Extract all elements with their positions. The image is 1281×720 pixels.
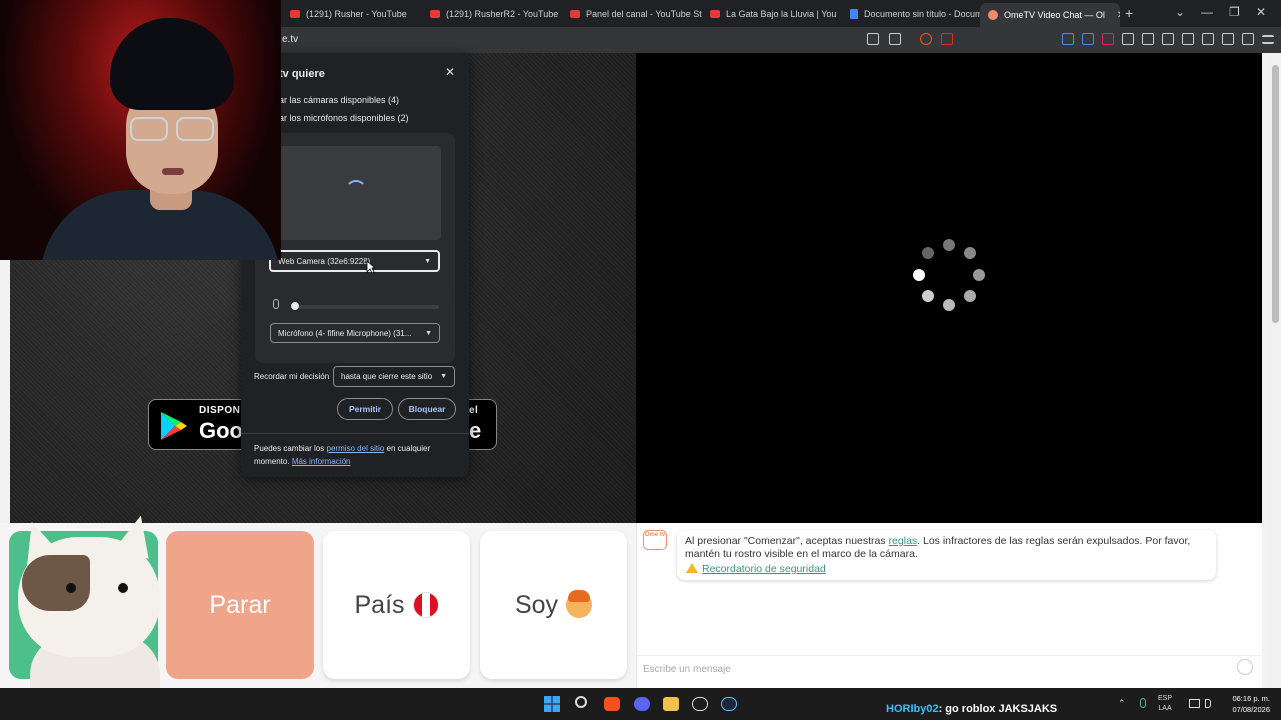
boy-emoji-icon: [566, 590, 593, 618]
url-text[interactable]: e.tv: [282, 34, 298, 45]
page-scrollbar[interactable]: [1270, 53, 1281, 688]
cameras-line: ar las cámaras disponibles (4): [279, 95, 400, 105]
menu-icon[interactable]: [1262, 35, 1274, 44]
divider: [241, 433, 469, 434]
microphone-icon: [273, 299, 279, 309]
brave-icon[interactable]: [604, 697, 620, 711]
peru-flag-icon: [412, 592, 439, 618]
loading-spinner-icon: [912, 239, 986, 313]
ometv-icon: [988, 10, 998, 20]
caret-down-icon: ▼: [424, 257, 431, 265]
screen: (1291) Rusher - YouTube (1291) RusherR2 …: [0, 0, 1281, 720]
extension-icon[interactable]: [1102, 33, 1114, 45]
site-permission-link[interactable]: permiso del sitio: [327, 444, 385, 453]
camera-select[interactable]: Web Camera (32e6:9228) ▼: [269, 250, 440, 272]
block-button[interactable]: Bloquear: [398, 398, 456, 420]
tab-la-gata[interactable]: La Gata Bajo la Lluvia | You: [702, 4, 842, 24]
tab-search-icon[interactable]: ⌄: [1175, 5, 1185, 19]
caret-down-icon: ▼: [425, 329, 432, 337]
youtube-icon: [430, 10, 440, 18]
country-button[interactable]: País: [323, 531, 470, 679]
microphone-tray-icon[interactable]: [1140, 698, 1146, 708]
more-info-link[interactable]: Más información: [292, 457, 351, 466]
stop-button[interactable]: Parar: [166, 531, 314, 679]
remember-select[interactable]: hasta que cierre este sitio ▼: [333, 366, 455, 387]
caret-down-icon: ▼: [440, 373, 447, 380]
google-play-icon: [161, 412, 187, 440]
youtube-icon: [570, 10, 580, 18]
emoji-icon[interactable]: [1237, 659, 1253, 675]
tab-rusher[interactable]: (1291) Rusher - YouTube: [282, 4, 422, 24]
windows-start-icon[interactable]: [544, 696, 560, 712]
minimize-icon[interactable]: —: [1201, 5, 1213, 19]
mic-level-indicator: [291, 302, 299, 310]
streamer-webcam-overlay: [0, 0, 281, 260]
tab-rusherr2[interactable]: (1291) RusherR2 - YouTube: [422, 4, 562, 24]
dialog-title: tv quiere: [279, 68, 325, 80]
wallet-icon[interactable]: [1202, 33, 1214, 45]
cast-icon[interactable]: [889, 33, 901, 45]
mouse-cursor-icon: [366, 260, 376, 274]
discord-icon[interactable]: [634, 697, 650, 711]
allow-button[interactable]: Permitir: [337, 398, 393, 420]
language-indicator[interactable]: ESP LAA: [1158, 694, 1172, 714]
youtube-icon: [290, 10, 300, 18]
puzzle-icon[interactable]: [1122, 33, 1134, 45]
permission-footer: Puedes cambiar los permiso del sitio en …: [254, 444, 431, 466]
translate-icon[interactable]: [867, 33, 879, 45]
vpn-icon[interactable]: [1242, 33, 1254, 45]
gender-button[interactable]: Soy: [480, 531, 627, 679]
close-icon[interactable]: ✕: [445, 65, 455, 79]
tab-ometv[interactable]: OmeTV Video Chat — Ol ✕: [980, 3, 1120, 27]
camera-loading-icon: [345, 180, 367, 202]
extension-icon[interactable]: [1082, 33, 1094, 45]
download-icon[interactable]: [1142, 33, 1154, 45]
file-explorer-icon[interactable]: [663, 697, 679, 711]
volume-icon[interactable]: [1205, 699, 1211, 708]
brave-rewards-icon[interactable]: [941, 33, 953, 45]
restore-icon[interactable]: ❐: [1229, 5, 1240, 19]
brave-shield-icon[interactable]: [920, 33, 932, 45]
youtube-icon: [710, 10, 720, 18]
message-input[interactable]: [643, 661, 1223, 677]
close-tab-icon[interactable]: ✕: [1117, 10, 1120, 21]
tab-documento[interactable]: Documento sin título - Docum: [842, 4, 980, 24]
message-box: [637, 655, 1261, 680]
scrollbar-thumb[interactable]: [1272, 65, 1279, 323]
obs-icon[interactable]: [692, 697, 708, 711]
warning-icon: [686, 563, 698, 573]
docs-icon: [850, 9, 858, 19]
stream-chat-message: HORIby02: go roblox JAKSJAKS: [886, 703, 1058, 715]
steam-icon[interactable]: [721, 697, 737, 711]
mic-level-meter: [293, 305, 439, 309]
sidebar-icon[interactable]: [1162, 33, 1174, 45]
system-clock[interactable]: 06:16 p. m. 07/08/2026: [1226, 693, 1270, 715]
tab-panel-canal[interactable]: Panel del canal - YouTube Stu: [562, 4, 702, 24]
sidebar-icon[interactable]: [1182, 33, 1194, 45]
cat-sticker-overlay: [0, 515, 175, 690]
google-play-badge[interactable]: DISPON Goo: [148, 399, 248, 450]
search-icon[interactable]: [575, 696, 587, 708]
new-tab-icon[interactable]: +: [1125, 5, 1133, 21]
display-icon[interactable]: [1189, 699, 1200, 708]
chevron-up-icon[interactable]: ⌃: [1118, 698, 1126, 709]
mics-line: ar los micrófonos disponibles (2): [279, 113, 409, 123]
remember-label: Recordar mi decisión: [254, 372, 330, 381]
close-window-icon[interactable]: ✕: [1256, 5, 1266, 19]
leo-icon[interactable]: [1222, 33, 1234, 45]
extension-icon[interactable]: [1062, 33, 1074, 45]
microphone-select[interactable]: Micrófono (4- fifine Microphone) (31... …: [270, 323, 440, 343]
notice-text: Al presionar "Comenzar", aceptas nuestra…: [685, 535, 1191, 560]
safety-reminder-link[interactable]: Recordatorio de seguridad: [702, 563, 826, 575]
ometv-logo: Ome tv: [643, 530, 667, 550]
rules-link[interactable]: reglas: [889, 535, 918, 547]
